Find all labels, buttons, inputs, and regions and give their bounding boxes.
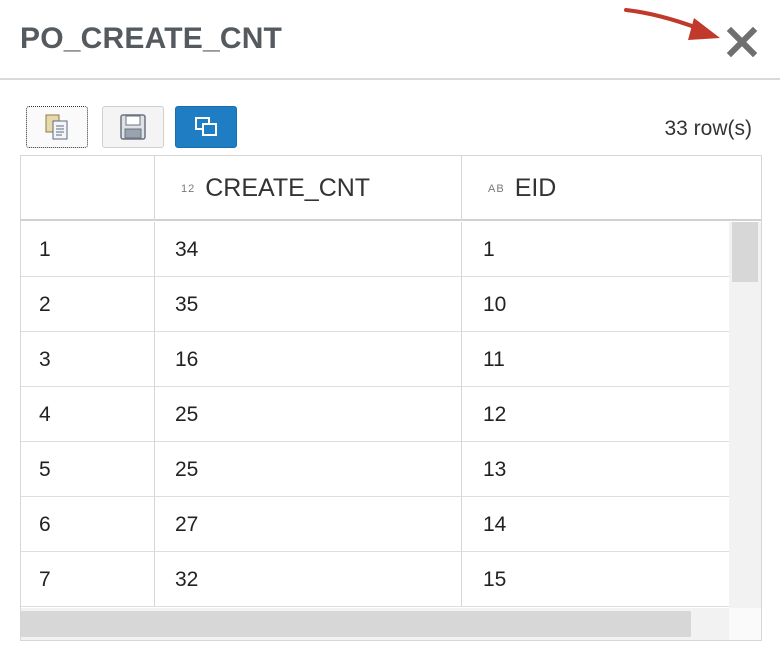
table-row[interactable]: 6 27 14 — [21, 497, 729, 552]
copy-button[interactable] — [26, 106, 88, 148]
column-label: EID — [514, 174, 557, 202]
close-icon — [726, 26, 758, 58]
table-row[interactable]: 5 25 13 — [21, 442, 729, 497]
row-count: 33 row(s) — [664, 117, 752, 140]
table-row[interactable]: 7 32 15 — [21, 552, 729, 607]
horizontal-scroll-thumb[interactable] — [21, 611, 691, 637]
table-row[interactable]: 3 16 11 — [21, 332, 729, 387]
create-cnt-cell[interactable]: 27 — [155, 497, 462, 552]
row-number-cell: 2 — [21, 277, 155, 332]
row-number-cell: 7 — [21, 552, 155, 607]
text-type-icon: AB — [488, 182, 505, 195]
dialog-header: PO_CREATE_CNT — [0, 0, 780, 80]
row-number-cell: 1 — [21, 222, 155, 277]
close-button[interactable] — [724, 24, 760, 60]
save-icon — [120, 114, 146, 140]
header-create-cnt[interactable]: 12 CREATE_CNT — [155, 156, 462, 221]
create-cnt-cell[interactable]: 35 — [155, 277, 462, 332]
header-eid[interactable]: AB EID — [462, 156, 761, 221]
eid-cell[interactable]: 10 — [462, 277, 729, 332]
eid-cell[interactable]: 11 — [462, 332, 729, 387]
table-row[interactable]: 2 35 10 — [21, 277, 729, 332]
create-cnt-cell[interactable]: 16 — [155, 332, 462, 387]
annotation-arrow — [624, 8, 720, 40]
create-cnt-cell[interactable]: 25 — [155, 387, 462, 442]
header-rownum — [21, 156, 155, 221]
new-window-button[interactable] — [175, 106, 237, 148]
eid-cell[interactable]: 15 — [462, 552, 729, 607]
row-number-cell: 5 — [21, 442, 155, 497]
dialog-title: PO_CREATE_CNT — [20, 22, 283, 55]
row-number-cell: 6 — [21, 497, 155, 552]
copy-icon — [45, 114, 68, 140]
eid-cell[interactable]: 12 — [462, 387, 729, 442]
vertical-scrollbar[interactable] — [729, 222, 761, 608]
create-cnt-cell[interactable]: 32 — [155, 552, 462, 607]
grid-header: 12 CREATE_CNT AB EID — [21, 156, 761, 221]
eid-cell[interactable]: 1 — [462, 222, 729, 277]
window-icon — [195, 117, 217, 136]
column-label: CREATE_CNT — [205, 174, 371, 202]
numeric-type-icon: 12 — [181, 182, 196, 195]
horizontal-scrollbar[interactable] — [21, 608, 729, 640]
eid-cell[interactable]: 14 — [462, 497, 729, 552]
save-button[interactable] — [102, 106, 164, 148]
eid-cell[interactable]: 13 — [462, 442, 729, 497]
table-row[interactable]: 4 25 12 — [21, 387, 729, 442]
table-row[interactable]: 1 34 1 — [21, 222, 729, 277]
result-grid: 12 CREATE_CNT AB EID 1 34 1 2 35 10 3 16… — [20, 155, 762, 641]
create-cnt-cell[interactable]: 34 — [155, 222, 462, 277]
row-number-cell: 4 — [21, 387, 155, 442]
create-cnt-cell[interactable]: 25 — [155, 442, 462, 497]
row-number-cell: 3 — [21, 332, 155, 387]
vertical-scroll-thumb[interactable] — [732, 222, 758, 282]
scrollbar-corner — [729, 608, 761, 640]
